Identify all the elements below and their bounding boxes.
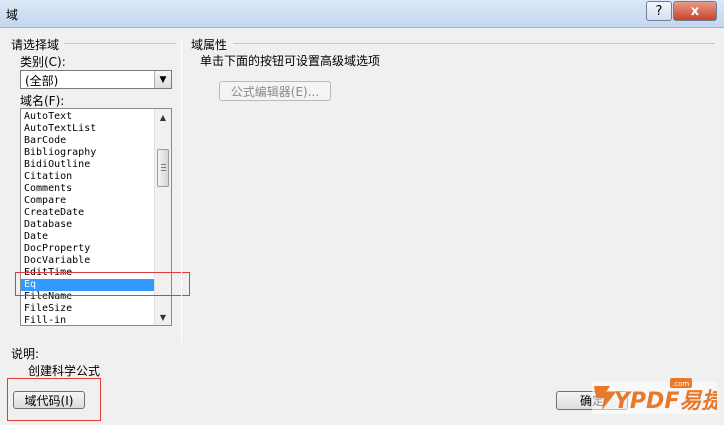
formula-editor-button[interactable]: 公式编辑器(E)... bbox=[219, 81, 331, 101]
scroll-down-icon[interactable]: ▼ bbox=[155, 309, 171, 325]
field-item-compare[interactable]: Compare bbox=[21, 195, 155, 207]
field-item-date[interactable]: Date bbox=[21, 231, 155, 243]
category-label: 类别(C): bbox=[20, 55, 66, 69]
choose-field-label: 请选择域 bbox=[11, 38, 60, 52]
field-item-comments[interactable]: Comments bbox=[21, 183, 155, 195]
close-button[interactable]: x bbox=[673, 1, 717, 21]
field-item-bibliography[interactable]: Bibliography bbox=[21, 147, 155, 159]
field-item-citation[interactable]: Citation bbox=[21, 171, 155, 183]
highlight-selected-field bbox=[15, 272, 190, 296]
description-label: 说明: bbox=[11, 347, 40, 361]
field-names-label: 域名(F): bbox=[20, 94, 65, 108]
watermark-logo-icon: YPDF易捷 .com bbox=[592, 378, 717, 414]
right-divider bbox=[233, 43, 715, 44]
window-title: 域 bbox=[6, 8, 19, 22]
scroll-thumb[interactable] bbox=[157, 149, 169, 187]
highlight-field-codes bbox=[7, 378, 101, 421]
field-item-fill-in[interactable]: Fill-in bbox=[21, 315, 155, 325]
field-item-docproperty[interactable]: DocProperty bbox=[21, 243, 155, 255]
chevron-down-icon[interactable]: ▼ bbox=[154, 71, 171, 88]
help-button[interactable]: ? bbox=[646, 1, 672, 21]
scroll-up-icon[interactable]: ▲ bbox=[155, 109, 171, 125]
field-item-createdate[interactable]: CreateDate bbox=[21, 207, 155, 219]
category-value: (全部) bbox=[25, 74, 59, 88]
title-bar: 域 ? x bbox=[0, 0, 724, 28]
close-icon: x bbox=[690, 3, 700, 19]
field-item-barcode[interactable]: BarCode bbox=[21, 135, 155, 147]
field-item-autotextlist[interactable]: AutoTextList bbox=[21, 123, 155, 135]
field-item-autotext[interactable]: AutoText bbox=[21, 111, 155, 123]
left-divider bbox=[64, 43, 176, 44]
field-item-database[interactable]: Database bbox=[21, 219, 155, 231]
category-select[interactable]: (全部) ▼ bbox=[20, 70, 172, 89]
panel-separator bbox=[181, 38, 182, 343]
help-icon: ? bbox=[655, 3, 663, 19]
advanced-options-hint: 单击下面的按钮可设置高级域选项 bbox=[200, 54, 381, 68]
description-text: 创建科学公式 bbox=[28, 364, 101, 378]
field-item-filesize[interactable]: FileSize bbox=[21, 303, 155, 315]
watermark-logo: YPDF易捷 bbox=[614, 389, 717, 414]
field-properties-label: 域属性 bbox=[191, 38, 228, 52]
field-item-bidioutline[interactable]: BidiOutline bbox=[21, 159, 155, 171]
field-item-docvariable[interactable]: DocVariable bbox=[21, 255, 155, 267]
watermark-sub: .com bbox=[672, 380, 689, 388]
